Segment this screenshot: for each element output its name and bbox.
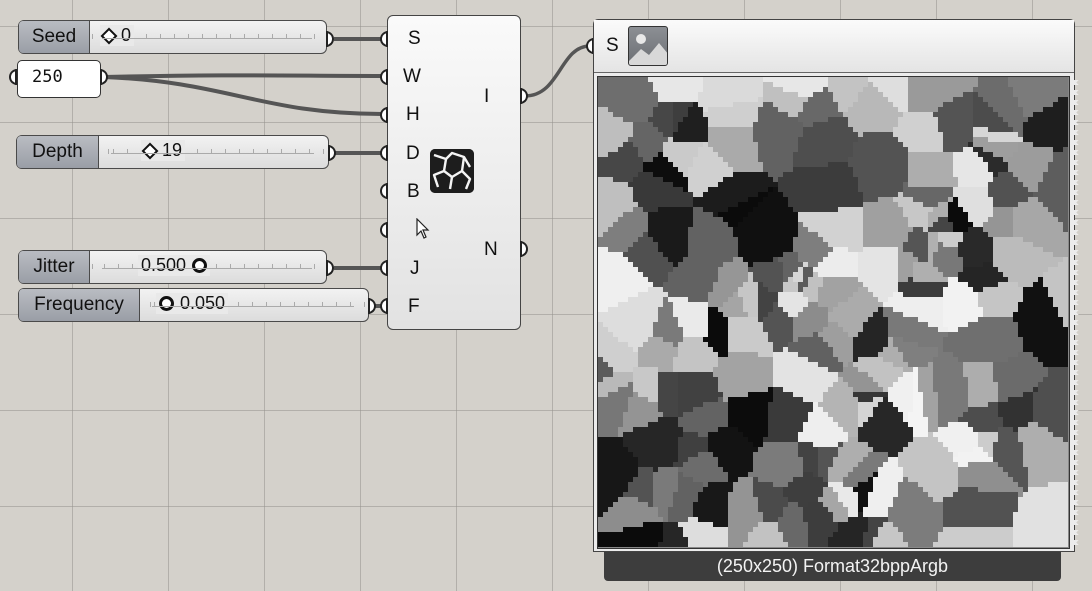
wire-i-to-viewer xyxy=(524,44,591,98)
image-icon xyxy=(628,26,668,66)
wire-250-to-h xyxy=(103,75,385,116)
voronoi-cells-icon xyxy=(430,149,474,193)
frequency-slider-name: Frequency xyxy=(19,289,140,321)
jitter-slider-grip[interactable]: 0.500 xyxy=(138,255,211,276)
image-viewer-component[interactable]: S xyxy=(593,19,1083,552)
seed-slider-value: 0 xyxy=(121,25,132,45)
input-label-w: W xyxy=(403,66,421,87)
frequency-slider-value: 0.050 xyxy=(180,293,226,313)
mouse-cursor-icon xyxy=(416,218,430,239)
voronoi-noise-image xyxy=(597,76,1070,549)
input-label-f: F xyxy=(408,296,420,317)
seed-slider-name: Seed xyxy=(19,21,90,53)
seed-slider-grip[interactable]: 0 xyxy=(100,25,135,46)
input-label-d: D xyxy=(406,143,420,164)
output-label-i: I xyxy=(484,86,490,107)
jitter-slider-track[interactable]: 0.500 xyxy=(90,251,326,283)
image-info-caption: (250x250) Format32bppArgb xyxy=(604,552,1061,581)
jitter-slider[interactable]: Jitter 0.500 xyxy=(18,250,327,284)
voronoi-noise-component[interactable]: S W H D B J F I N xyxy=(387,15,521,330)
viewer-resize-edge[interactable] xyxy=(1073,80,1083,550)
input-label-b: B xyxy=(407,181,420,202)
depth-slider-grip[interactable]: 19 xyxy=(141,140,186,161)
frequency-slider-grip[interactable]: 0.050 xyxy=(156,293,229,314)
depth-grip-diamond-icon xyxy=(141,142,159,159)
frequency-slider-track[interactable]: 0.050 xyxy=(140,289,368,321)
seed-slider[interactable]: Seed 0 xyxy=(18,20,327,54)
frequency-grip-ring-icon xyxy=(159,296,174,311)
jitter-slider-value: 0.500 xyxy=(141,255,187,275)
wire-250-to-w xyxy=(103,73,385,79)
depth-slider-value: 19 xyxy=(162,140,183,160)
depth-slider-name: Depth xyxy=(17,136,99,168)
depth-slider[interactable]: Depth 19 xyxy=(16,135,329,169)
depth-slider-track[interactable]: 19 xyxy=(99,136,328,168)
jitter-grip-ring-icon xyxy=(192,258,208,273)
jitter-slider-name: Jitter xyxy=(19,251,90,283)
frequency-slider[interactable]: Frequency 0.050 xyxy=(18,288,369,322)
input-label-j: J xyxy=(410,258,420,279)
input-label-h: H xyxy=(406,104,420,125)
viewer-input-label: S xyxy=(606,35,619,56)
input-label-s: S xyxy=(408,28,421,49)
seed-slider-track[interactable]: 0 xyxy=(90,21,326,53)
viewer-header: S xyxy=(594,20,1074,73)
seed-grip-diamond-icon xyxy=(100,27,118,44)
number-panel[interactable]: 250 xyxy=(17,60,101,98)
output-label-n: N xyxy=(484,239,498,260)
